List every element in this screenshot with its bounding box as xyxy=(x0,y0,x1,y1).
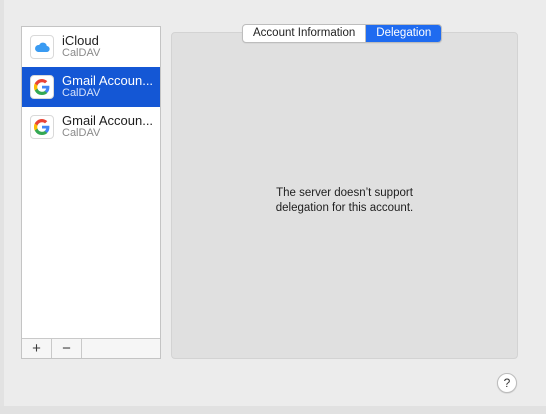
account-name: iCloud xyxy=(62,34,99,47)
account-list-footer: + − xyxy=(22,338,160,358)
account-type: CalDAV xyxy=(62,47,101,59)
window-edge xyxy=(0,0,4,414)
add-account-button[interactable]: + xyxy=(22,339,52,358)
account-name: Gmail Accoun... xyxy=(62,74,154,87)
message-line-2: delegation for this account. xyxy=(275,202,414,214)
google-icon xyxy=(30,115,54,139)
account-row-gmail-1[interactable]: Gmail Accoun... CalDAV xyxy=(22,67,160,107)
google-icon xyxy=(30,75,54,99)
account-name: Gmail Accoun... xyxy=(62,114,154,127)
account-type: CalDAV xyxy=(62,127,101,139)
account-row-gmail-2[interactable]: Gmail Accoun... CalDAV xyxy=(22,107,160,147)
message-line-1: The server doesn’t support xyxy=(276,187,413,199)
account-list[interactable]: iCloud CalDAV Gmail Accoun... CalDAV Gma… xyxy=(21,26,161,359)
help-button[interactable]: ? xyxy=(497,373,517,393)
tab-account-information[interactable]: Account Information xyxy=(243,25,365,42)
window-bottom-edge xyxy=(0,406,546,414)
delegation-message: The server doesn’t support delegation fo… xyxy=(171,186,518,216)
account-type: CalDAV xyxy=(62,87,101,99)
account-row-icloud[interactable]: iCloud CalDAV xyxy=(22,27,160,67)
tab-bar: Account Information Delegation xyxy=(242,24,443,43)
accounts-preferences-window: iCloud CalDAV Gmail Accoun... CalDAV Gma… xyxy=(0,0,546,414)
icloud-icon xyxy=(30,35,54,59)
remove-account-button[interactable]: − xyxy=(52,339,82,358)
tab-delegation[interactable]: Delegation xyxy=(365,25,442,42)
